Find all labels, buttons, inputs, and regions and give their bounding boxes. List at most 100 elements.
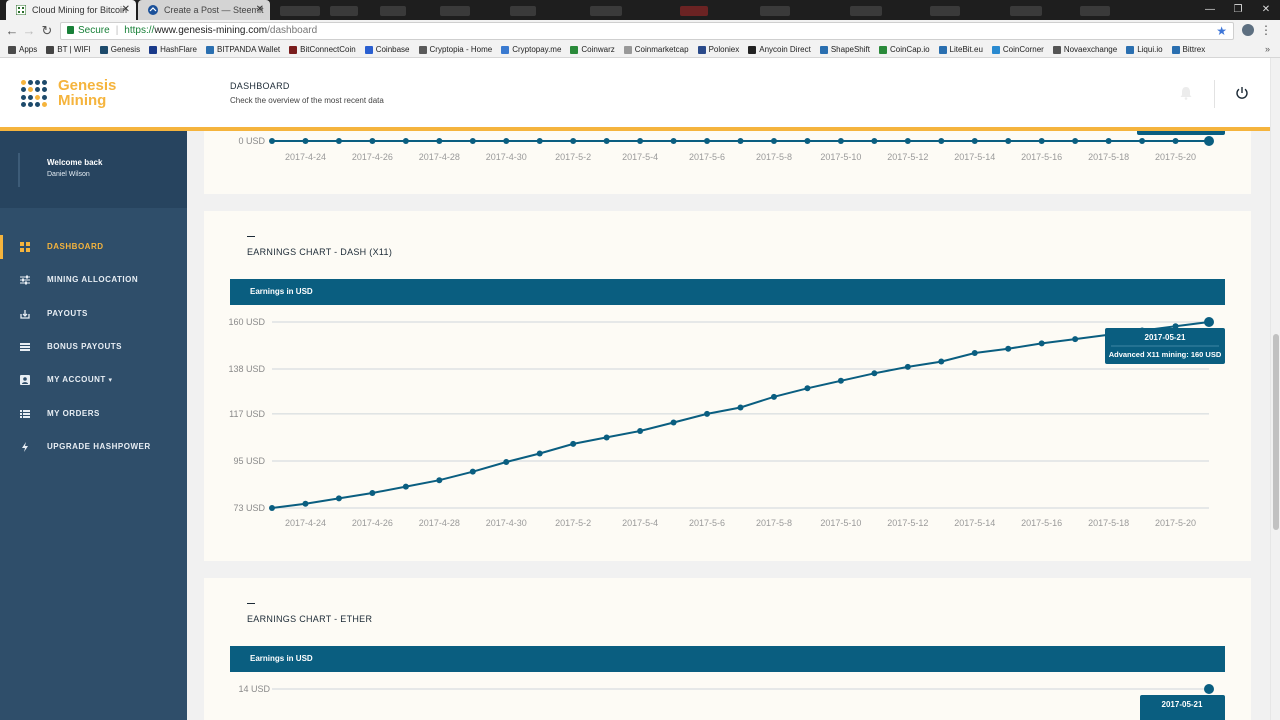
x-tick-label: 2017-5-2	[555, 152, 591, 162]
bookmark-item[interactable]: BitConnectCoin	[289, 45, 356, 54]
bookmark-item[interactable]: Coinwarz	[570, 45, 615, 54]
browser-tab-genesis[interactable]: Cloud Mining for Bitcoin ✕	[6, 0, 136, 20]
bookmark-item[interactable]: Genesis	[99, 45, 140, 54]
earnings-chart-dash[interactable]: 73 USD 95 USD 117 USD 138 USD 160 USD 2017-4-…	[204, 311, 1234, 551]
sidebar-item-my-orders[interactable]: MY ORDERS	[0, 402, 187, 426]
page-scrollbar[interactable]	[1270, 58, 1280, 720]
x-tick-label: 2017-4-30	[486, 518, 527, 528]
back-arrow-icon[interactable]: ←	[5, 23, 19, 39]
data-point	[871, 370, 878, 377]
bookmark-item[interactable]: Novaexchange	[1052, 45, 1117, 54]
bookmark-favicon-icon	[623, 45, 632, 54]
bookmark-item[interactable]: Liqui.io	[1126, 45, 1163, 54]
browser-tab-steemit[interactable]: Create a Post — Steemit ✕	[138, 0, 270, 20]
sidebar-item-label: PAYOUTS	[47, 309, 88, 318]
bookmark-item[interactable]: Cryptopia - Home	[418, 45, 492, 54]
genesis-logo-icon[interactable]	[21, 80, 48, 107]
bookmark-favicon-icon	[1052, 45, 1061, 54]
sidebar-item-payouts[interactable]: PAYOUTS	[0, 302, 187, 326]
data-point	[369, 138, 376, 144]
url-input[interactable]: Secure | https://www.genesis-mining.com/da…	[60, 22, 1234, 40]
y-tick-label: 0 USD	[238, 136, 265, 146]
close-tab-icon[interactable]: ✕	[256, 0, 264, 20]
bookmark-label: Apps	[19, 45, 38, 54]
bookmark-item[interactable]: CoinCap.io	[878, 45, 930, 54]
bookmark-favicon-icon	[878, 45, 887, 54]
power-icon[interactable]	[1235, 86, 1249, 100]
scrollbar-thumb[interactable]	[1273, 334, 1279, 530]
bell-icon[interactable]	[1180, 86, 1192, 100]
y-tick-label: 138 USD	[228, 364, 265, 374]
address-bar: ← → ↻ Secure | https://www.genesis-mining.…	[0, 20, 1280, 42]
x-tick-label: 2017-5-8	[756, 518, 792, 528]
user-name: Daniel Wilson	[47, 171, 90, 178]
bookmark-favicon-icon	[938, 45, 947, 54]
bookmarks-overflow-icon[interactable]: »	[1265, 44, 1270, 54]
bookmark-item[interactable]: Apps	[8, 45, 37, 54]
bookmark-item[interactable]: LiteBit.eu	[938, 45, 983, 54]
bookmark-item[interactable]: HashFlare	[149, 45, 197, 54]
bookmark-favicon-icon	[364, 45, 373, 54]
bookmark-item[interactable]: ShapeShift	[819, 45, 870, 54]
bookmark-item[interactable]: Bittrex	[1171, 45, 1205, 54]
earnings-chart-top: 0 USD 2017-4-24 2017-4-26 2017-4-28 2017-4-3…	[238, 131, 1225, 162]
close-window-icon[interactable]: ✕	[1252, 0, 1280, 20]
x-tick-label: 2017-5-18	[1088, 152, 1129, 162]
bookmark-label: CoinCap.io	[889, 45, 930, 54]
close-tab-icon[interactable]: ✕	[122, 0, 130, 20]
bookmark-item[interactable]: BITPANDA Wallet	[205, 45, 280, 54]
data-point	[770, 138, 777, 144]
sidebar-item-label: MINING ALLOCATION	[47, 275, 139, 284]
bookmark-item[interactable]: Coinmarketcap	[623, 45, 689, 54]
logo-wordmark[interactable]: Genesis Mining	[58, 78, 116, 108]
blurred-tab	[590, 6, 622, 16]
x-tick-label: 2017-4-26	[352, 518, 393, 528]
data-point	[737, 404, 744, 411]
sidebar-item-mining-allocation[interactable]: MINING ALLOCATION	[0, 268, 187, 292]
bookmark-item[interactable]: Poloniex	[697, 45, 739, 54]
forward-arrow-icon[interactable]: →	[22, 23, 36, 39]
sidebar-item-upgrade-hashpower[interactable]: UPGRADE HASHPOWER	[0, 435, 187, 459]
x-tick-label: 2017-5-14	[954, 152, 995, 162]
blurred-tab	[850, 6, 882, 16]
bolt-icon	[22, 442, 28, 452]
data-point	[469, 468, 476, 475]
bookmark-item[interactable]: CoinCorner	[991, 45, 1044, 54]
sidebar-item-my-account[interactable]: MY ACCOUNT ▾	[0, 368, 187, 392]
sidebar-item-label: UPGRADE HASHPOWER	[47, 442, 151, 451]
reload-icon[interactable]: ↻	[40, 23, 54, 39]
secure-label: Secure	[78, 25, 110, 36]
bookmark-item[interactable]: Cryptopay.me	[501, 45, 561, 54]
x-tick-label: 2017-5-20	[1155, 518, 1196, 528]
sidebar-item-label: DASHBOARD	[47, 242, 104, 251]
genesis-favicon-icon	[16, 5, 26, 15]
extension-icon[interactable]	[1242, 24, 1254, 36]
data-point	[904, 363, 911, 370]
x-tick-label: 2017-5-2	[555, 518, 591, 528]
x-tick-label: 2017-5-12	[887, 152, 928, 162]
account-icon	[20, 375, 30, 385]
bookmark-star-icon[interactable]: ★	[1216, 23, 1227, 39]
sidebar: Welcome back Daniel Wilson DASHBOARD MIN…	[0, 131, 187, 720]
bookmark-favicon-icon	[748, 45, 757, 54]
data-point	[369, 490, 376, 497]
earnings-chart-ether[interactable]: 14 USD 2017-05-21	[204, 678, 1234, 720]
data-point	[938, 138, 945, 144]
maximize-icon[interactable]: ❐	[1224, 0, 1252, 20]
bookmark-item[interactable]: BT | WIFI	[46, 45, 91, 54]
sidebar-item-dashboard[interactable]: DASHBOARD	[0, 235, 187, 259]
blurred-tab	[440, 6, 470, 16]
chrome-menu-icon[interactable]: ⋮	[1260, 22, 1272, 38]
tooltip-date: 2017-05-21	[1145, 333, 1186, 342]
bookmark-item[interactable]: Coinbase	[364, 45, 410, 54]
data-point	[335, 138, 342, 144]
minimize-icon[interactable]: —	[1196, 0, 1224, 20]
sidebar-item-bonus-payouts[interactable]: BONUS PAYOUTS	[0, 335, 187, 359]
bookmark-item[interactable]: Anycoin Direct	[748, 45, 811, 54]
bookmark-label: CoinCorner	[1002, 45, 1044, 54]
site-header: Genesis Mining DASHBOARD Check the overv…	[0, 58, 1280, 128]
blurred-tab	[680, 6, 708, 16]
chart-card-top: 0 USD 2017-4-24 2017-4-26 2017-4-28 2017-4-3…	[204, 131, 1251, 194]
data-point	[837, 377, 844, 384]
bookmark-favicon-icon	[46, 45, 55, 54]
